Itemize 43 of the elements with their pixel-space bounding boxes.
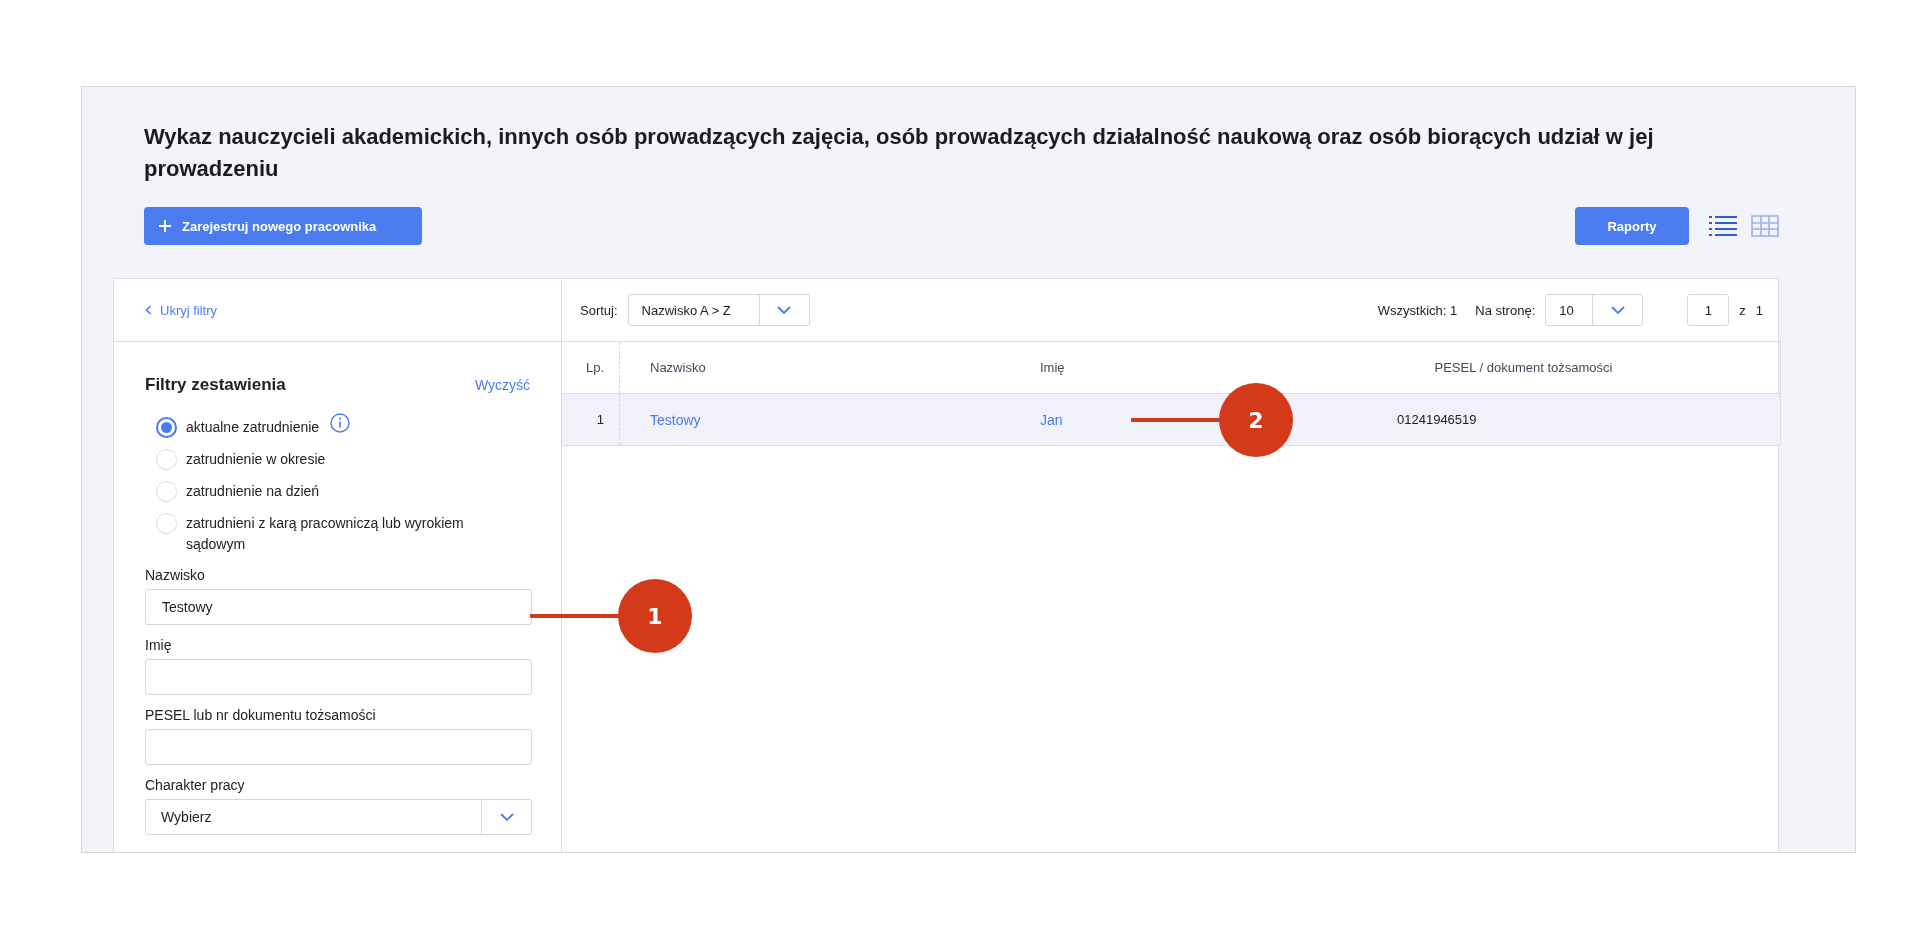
name-link[interactable]: Jan [1040, 411, 1063, 428]
reports-button[interactable]: Raporty [1575, 207, 1689, 245]
field-label: Nazwisko [145, 567, 206, 583]
field-label: Imię [145, 637, 173, 653]
input-field[interactable] [145, 729, 532, 765]
field-label: PESEL lub nr dokumentu tożsamości [145, 707, 377, 723]
filters-title: Filtry zestawienia [145, 375, 286, 395]
column-header: Nazwisko [649, 359, 707, 377]
sort-label: Sortuj: [580, 302, 618, 318]
grid-view-icon[interactable] [1751, 215, 1779, 237]
field-label: Charakter pracy [145, 777, 246, 793]
radio-label: zatrudnienie w okresie [186, 450, 326, 469]
table-cell-text: 01241946519 [1397, 411, 1478, 429]
hide-filters-link[interactable]: Ukryj filtry [145, 302, 218, 318]
total-count: Wszystkich: 1 [1377, 302, 1458, 318]
table-cell: 1 [562, 394, 620, 445]
page-input[interactable]: 1 [1687, 294, 1730, 326]
chevron-down-icon [1610, 306, 1625, 314]
column-header: Imię [1040, 359, 1066, 377]
radio-label: aktualne zatrudnienie [186, 418, 320, 437]
plus-icon [158, 219, 172, 233]
surname-link[interactable]: Testowy [650, 411, 701, 428]
list-view-icon[interactable] [1709, 215, 1737, 237]
select-field[interactable]: Wybierz [145, 799, 532, 835]
per-page-label: Na stronę: [1475, 302, 1536, 318]
info-icon[interactable] [330, 413, 351, 433]
per-page-dropdown[interactable]: 10 [1545, 294, 1644, 326]
register-button[interactable]: Zarejestruj nowego pracownika [144, 207, 422, 245]
page-title: Wykaz nauczycieli akademickich, innych osób prowadzących zajęcia, osób prowadzących działalność naukową oraz osób biorących udział w jej prowadzeniu [144, 123, 1655, 183]
sort-dropdown[interactable]: Nazwisko A > Z [627, 294, 810, 326]
input-field[interactable] [145, 659, 532, 695]
radio-label: zatrudnienie na dzień [186, 482, 320, 501]
chevron-left-icon [145, 305, 152, 315]
clear-link[interactable]: Wyczyść [474, 377, 530, 393]
column-header: Lp. [562, 342, 620, 393]
page-count: 1 [1755, 302, 1763, 318]
radio-label: zatrudnieni z karą pracowniczą lub wyrokiem sądowym [186, 514, 465, 554]
input-field[interactable]: Testowy [145, 589, 532, 625]
chevron-down-icon [777, 306, 792, 314]
radio-button[interactable] [156, 417, 177, 438]
column-header: PESEL / dokument tożsamości [1433, 359, 1614, 377]
chevron-down-icon [499, 813, 514, 821]
page-of-label: z [1739, 302, 1746, 318]
